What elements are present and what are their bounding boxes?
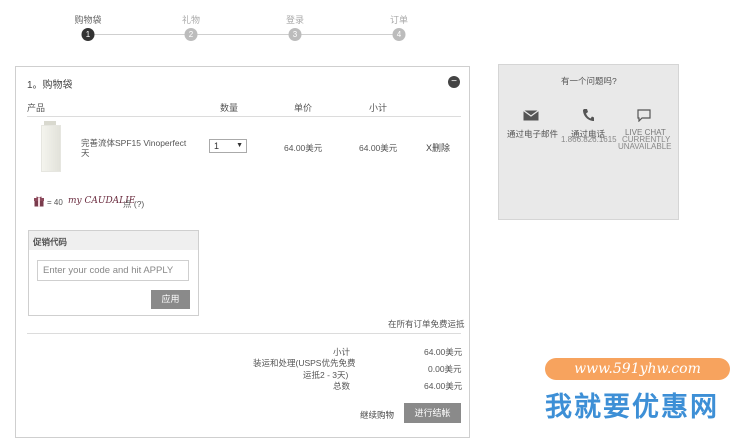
column-header-qty: 数量 [220,103,239,113]
summary-subtotal-value: 64.00美元 [424,347,463,357]
column-header-price: 单价 [294,103,313,113]
header-divider [27,116,461,117]
item-subtotal: 64.00美元 [359,143,398,153]
watermark-logo-text: 我就要优惠网 [545,392,719,422]
step-dot-3: 3 [288,28,302,41]
step-label-bag: 购物袋 [74,15,102,25]
promo-code-input[interactable] [37,260,189,281]
checkout-button[interactable]: 进行结帐 [404,403,461,423]
promo-code-title: 促销代码 [33,237,68,247]
gift-icon [34,196,44,207]
help-title: 有一个问题吗? [561,76,617,86]
summary-shipping-value: 0.00美元 [428,364,462,374]
chat-status-line3: UNAVAILABLE [618,142,672,151]
quantity-value: 1 [214,141,220,151]
unit-price: 64.00美元 [284,143,323,153]
product-image[interactable] [41,125,61,172]
remove-item-link[interactable]: X删除 [426,141,450,154]
summary-divider [27,333,461,334]
cart-section-title: 1。购物袋 [27,80,73,91]
product-name-line2: 天 [81,148,90,158]
quantity-select[interactable]: 1 ▼ [209,139,247,153]
free-shipping-note: 在所有订单免费运抵 [388,319,465,329]
step-label-order: 订单 [389,15,409,25]
apply-promo-button[interactable]: 应用 [151,290,190,309]
points-amount: = 40 [47,198,63,207]
product-name[interactable]: 完善流体SPF15 Vinoperfect [81,137,186,149]
step-label-gift: 礼物 [181,15,201,25]
summary-shipping-label: 装运和处理(USPS优先免费 [253,358,356,368]
phone-icon [583,109,594,121]
help-email-label[interactable]: 通过电子邮件 [507,128,558,140]
collapse-icon[interactable]: − [448,76,460,88]
caret-down-icon: ▼ [236,142,243,149]
column-header-product: 产品 [27,103,46,113]
progress-line [88,34,399,35]
points-help-link[interactable]: 点 (?) [123,198,144,210]
step-dot-4: 4 [392,28,406,41]
summary-total-label: 总数 [333,381,351,391]
column-header-subtotal: 小计 [369,103,388,113]
chat-bubble-icon [637,109,651,122]
step-dot-1: 1 [81,28,95,41]
step-dot-2: 2 [184,28,198,41]
summary-total-value: 64.00美元 [424,381,463,391]
step-label-login: 登录 [285,15,305,25]
continue-shopping-link[interactable]: 继续购物 [360,409,394,421]
mail-icon [523,110,539,121]
watermark-url: www.591yhw.com [545,358,730,380]
help-phone-number: 1.866.826.1615 [561,135,617,144]
